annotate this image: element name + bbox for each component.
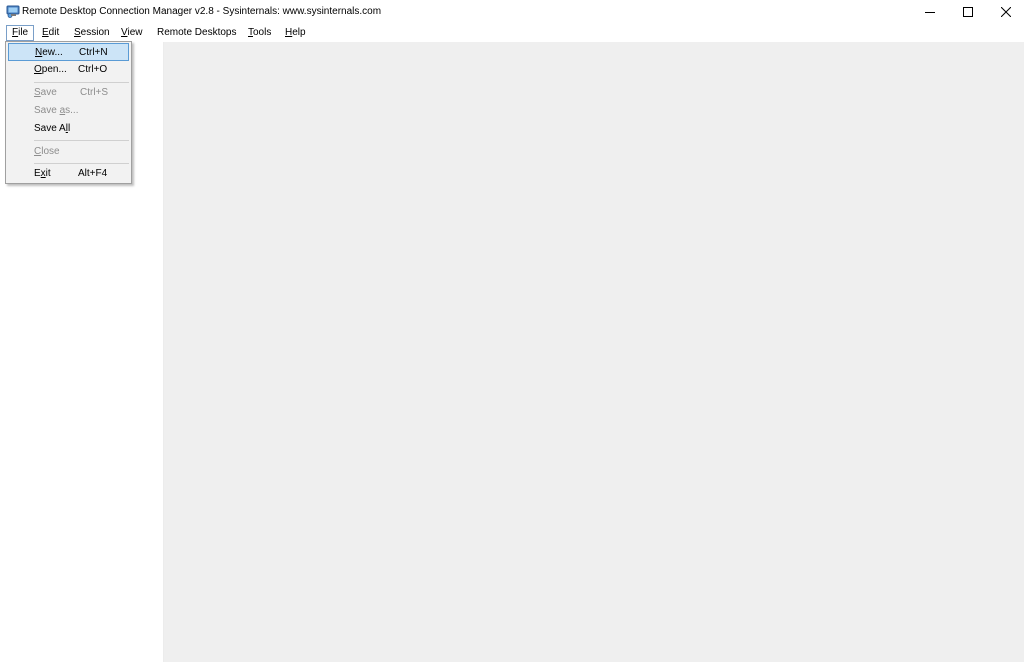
file-menu-dropdown: New... Ctrl+N Open... Ctrl+O Save Ctrl+S…: [5, 41, 132, 184]
minimize-button[interactable]: [912, 0, 948, 24]
file-menu-save-all-label: Save All: [34, 123, 71, 134]
file-menu-save-as[interactable]: Save as...: [8, 102, 129, 120]
session-display-pane[interactable]: [164, 42, 1024, 662]
title-bar[interactable]: Remote Desktop Connection Manager v2.8 -…: [0, 0, 1024, 24]
menu-session[interactable]: Session: [69, 25, 115, 41]
file-menu-close[interactable]: Close: [8, 143, 129, 161]
menu-file[interactable]: File: [6, 25, 35, 41]
menu-view-label: iew: [127, 27, 143, 38]
menu-edit-accel: E: [42, 27, 49, 38]
menu-view[interactable]: View: [116, 25, 148, 41]
file-menu-new-label: New...: [35, 47, 63, 58]
file-menu-open[interactable]: Open... Ctrl+O: [8, 61, 129, 79]
file-menu-open-shortcut: Ctrl+O: [78, 64, 108, 75]
menu-session-label: ession: [80, 27, 110, 38]
close-icon: [1001, 7, 1011, 17]
file-menu-close-label: Close: [34, 146, 60, 157]
file-menu-exit-label: Exit: [34, 168, 51, 179]
menu-bar: File Edit Session View Remote Desktops T…: [0, 24, 1024, 42]
minimize-icon: [925, 12, 935, 13]
menu-tools[interactable]: Tools: [243, 25, 276, 41]
rdcman-app-icon: [6, 5, 20, 18]
file-menu-exit-shortcut: Alt+F4: [78, 168, 108, 179]
window-title: Remote Desktop Connection Manager v2.8 -…: [22, 6, 382, 17]
file-menu-open-label: Open...: [34, 64, 67, 75]
menu-separator: [34, 163, 129, 164]
file-menu-save-as-label: Save as...: [34, 105, 79, 116]
menu-separator: [34, 140, 129, 141]
menu-file-label: ile: [18, 27, 29, 38]
file-menu-save[interactable]: Save Ctrl+S: [8, 84, 129, 102]
menu-edit[interactable]: Edit: [37, 25, 64, 41]
menu-edit-label: dit: [48, 27, 60, 38]
file-menu-save-label: Save: [34, 87, 57, 98]
file-menu-new-shortcut: Ctrl+N: [79, 47, 108, 58]
menu-separator: [34, 82, 129, 83]
menu-remote-desktops-label: Remote Desktops: [157, 27, 237, 38]
menu-help[interactable]: Help: [280, 25, 311, 41]
close-button[interactable]: [988, 0, 1024, 24]
app-window: Remote Desktop Connection Manager v2.8 -…: [0, 0, 1024, 662]
file-menu-save-shortcut: Ctrl+S: [80, 87, 109, 98]
file-menu-new[interactable]: New... Ctrl+N: [8, 43, 129, 61]
menu-tools-label: ools: [253, 27, 272, 38]
maximize-icon: [963, 7, 973, 17]
menu-session-accel: S: [74, 27, 81, 38]
file-menu-exit[interactable]: Exit Alt+F4: [8, 165, 129, 183]
file-menu-save-all[interactable]: Save All: [8, 120, 129, 138]
menu-remote-desktops[interactable]: Remote Desktops: [152, 25, 241, 41]
maximize-button[interactable]: [950, 0, 986, 24]
menu-help-label: elp: [292, 27, 306, 38]
